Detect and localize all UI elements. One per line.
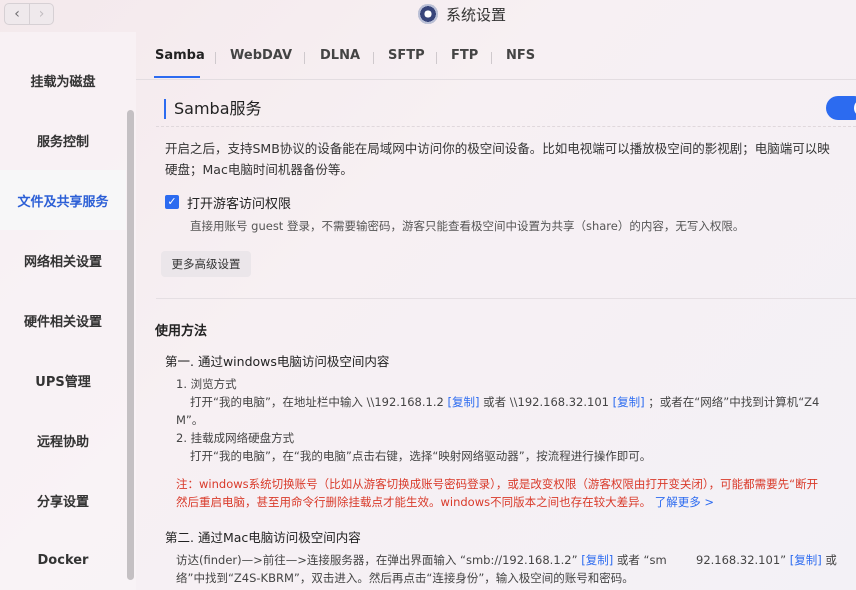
guest-access-description: 直接用账号 guest 登录，不需要输密码，游客只能查看极空间中设置为共享（sh… <box>190 219 745 233</box>
step1-map-instructions: 打开“我的电脑”，在“我的电脑”点击右键，选择“映射网络驱动器”，按流程进行操作… <box>190 449 652 463</box>
chevron-left-icon: ‹ <box>14 6 20 22</box>
advanced-settings-button[interactable]: 更多高级设置 <box>161 251 251 277</box>
title-bar: ‹ › 系统设置 <box>0 0 856 30</box>
tab-ftp[interactable]: FTP <box>451 48 478 63</box>
tab-dlna[interactable]: DLNA <box>320 48 360 63</box>
warning-text: 然后重启电脑，甚至用命令行删除挂载点才能生效。windows不同版本之间也存在较… <box>176 495 652 509</box>
sidebar-item-ups[interactable]: UPS管理 <box>0 350 126 410</box>
tab-separator <box>491 52 492 64</box>
tab-bar: Samba WebDAV DLNA SFTP FTP NFS <box>136 32 856 80</box>
window-title-text: 系统设置 <box>446 5 507 24</box>
sidebar-item-label: 挂载为磁盘 <box>30 74 96 90</box>
sidebar-item-label: 网络相关设置 <box>23 254 102 270</box>
sidebar-item-label: Docker <box>37 552 89 568</box>
sidebar-item-label: 分享设置 <box>36 494 89 510</box>
instruction-text: 或 <box>825 553 837 567</box>
sidebar-item-label: UPS管理 <box>35 374 91 390</box>
sidebar-item-label: 文件及共享服务 <box>17 194 109 210</box>
divider <box>156 298 856 299</box>
tab-nfs[interactable]: NFS <box>506 48 535 63</box>
usage-title: 使用方法 <box>155 324 208 339</box>
step1-browse-instructions: 打开“我的电脑”，在地址栏中输入 \\192.168.1.2 [复制] 或者 \… <box>190 394 819 410</box>
divider <box>156 126 856 127</box>
description-line: 开启之后，支持SMB协议的设备能在局域网中访问你的极空间设备。比如电视端可以播放… <box>165 141 830 156</box>
copy-link[interactable]: [复制] <box>447 395 479 409</box>
tab-webdav[interactable]: WebDAV <box>230 48 292 63</box>
warning-text-2: 然后重启电脑，甚至用命令行删除挂载点才能生效。windows不同版本之间也存在较… <box>176 494 714 510</box>
guest-access-checkbox[interactable]: ✓ <box>165 195 179 209</box>
step2-title: 第二. 通过Mac电脑访问极空间内容 <box>165 530 361 545</box>
sidebar-item-docker[interactable]: Docker <box>0 530 126 590</box>
instruction-text: 或者 \\192.168.32.101 <box>483 395 609 409</box>
instruction-text: 92.168.32.101” <box>696 553 787 567</box>
window-title: 系统设置 <box>418 2 506 26</box>
app-logo-icon <box>418 4 438 24</box>
tab-separator <box>304 52 305 64</box>
step1-title: 第一. 通过windows电脑访问极空间内容 <box>165 354 390 369</box>
instruction-text: M”。 <box>176 413 204 427</box>
tab-separator <box>436 52 437 64</box>
tab-separator <box>373 52 374 64</box>
copy-link[interactable]: [复制] <box>790 553 822 567</box>
sidebar-item-service-control[interactable]: 服务控制 <box>0 110 126 170</box>
forward-button[interactable]: › <box>28 4 53 24</box>
sidebar-item-mount-disk[interactable]: 挂载为磁盘 <box>0 50 126 110</box>
back-button[interactable]: ‹ <box>5 4 29 24</box>
copy-link[interactable]: [复制] <box>613 395 645 409</box>
instruction-text: ；或者在“网络”中找到计算机“Z4 <box>648 395 820 409</box>
sidebar-item-file-sharing[interactable]: 文件及共享服务 <box>0 170 126 230</box>
sidebar-item-label: 服务控制 <box>36 134 89 150</box>
warning-text: 注：windows系统切换账号（比如从游客切换成账号密码登录），或是改变权限（游… <box>176 477 819 491</box>
tab-sftp[interactable]: SFTP <box>388 48 425 63</box>
samba-description: 开启之后，支持SMB协议的设备能在局域网中访问你的极空间设备。比如电视端可以播放… <box>165 138 856 180</box>
instruction-text: 打开“我的电脑”，在地址栏中输入 \\192.168.1.2 <box>190 395 444 409</box>
tab-samba[interactable]: Samba <box>155 48 205 63</box>
sidebar-scrollbar[interactable] <box>127 110 134 580</box>
step1-item2: 2. 挂载成网络硬盘方式 <box>176 431 295 445</box>
sidebar-item-hardware[interactable]: 硬件相关设置 <box>0 290 126 350</box>
main-content: Samba WebDAV DLNA SFTP FTP NFS Samba服务 开… <box>136 32 856 590</box>
tab-separator <box>215 52 216 64</box>
sidebar-item-label: 远程协助 <box>36 434 89 450</box>
section-title: Samba服务 <box>164 99 262 119</box>
learn-more-link[interactable]: 了解更多 > <box>655 495 714 509</box>
step2-instructions-2: 络”中找到“Z4S-KBRM”，双击进入。然后再点击“连接身份”，输入极空间的账… <box>176 571 634 585</box>
copy-link[interactable]: [复制] <box>581 553 613 567</box>
description-line: 硬盘；Mac电脑时间机器备份等。 <box>165 162 353 177</box>
sidebar-item-share-settings[interactable]: 分享设置 <box>0 470 126 530</box>
sidebar: 挂载为磁盘 服务控制 文件及共享服务 网络相关设置 硬件相关设置 UPS管理 远… <box>0 32 136 590</box>
sidebar-item-label: 硬件相关设置 <box>23 314 102 330</box>
sidebar-item-network[interactable]: 网络相关设置 <box>0 230 126 290</box>
sidebar-item-remote-assist[interactable]: 远程协助 <box>0 410 126 470</box>
nav-buttons: ‹ › <box>4 3 54 25</box>
chevron-right-icon: › <box>38 6 45 22</box>
samba-toggle[interactable] <box>826 96 856 120</box>
instruction-text: 或者 “sm <box>616 553 667 567</box>
instruction-text: 访达(finder)—>前往—>连接服务器，在弹出界面输入 “smb://192… <box>176 553 578 567</box>
step1-item1: 1. 浏览方式 <box>176 377 237 391</box>
guest-access-label[interactable]: 打开游客访问权限 <box>187 193 291 212</box>
step2-instructions: 访达(finder)—>前往—>连接服务器，在弹出界面输入 “smb://192… <box>176 552 837 568</box>
active-tab-indicator <box>154 76 200 78</box>
